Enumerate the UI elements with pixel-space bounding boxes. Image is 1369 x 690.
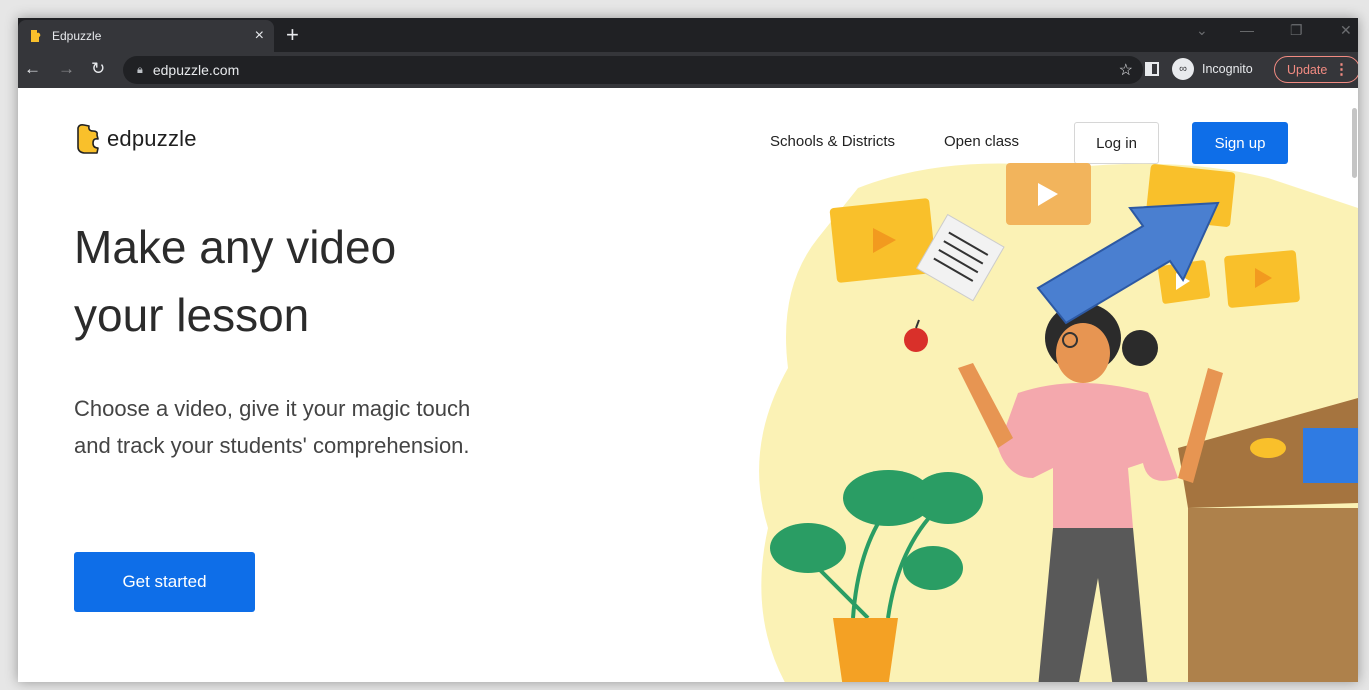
reload-icon[interactable]: ↻ (91, 59, 105, 79)
get-started-button[interactable]: Get started (74, 552, 255, 612)
browser-toolbar: ← → ↻ 🔒︎ edpuzzle.com ☆ ∞ Incognito Upda… (18, 52, 1358, 88)
update-label: Update (1287, 62, 1328, 77)
bookmark-star-icon[interactable]: ☆ (1119, 60, 1133, 80)
incognito-icon: ∞ (1172, 58, 1194, 80)
address-bar[interactable]: 🔒︎ edpuzzle.com ☆ (123, 56, 1143, 84)
menu-dots-icon[interactable]: ⋮ (1334, 60, 1349, 78)
browser-window: Edpuzzle × + ⌄ — ❐ ✕ ← → ↻ 🔒︎ edpuzzle.c… (18, 18, 1358, 682)
edpuzzle-logo[interactable]: edpuzzle (73, 122, 197, 156)
hero-title: Make any video your lesson (74, 221, 397, 341)
back-icon[interactable]: ← (24, 59, 41, 79)
tab-close-icon[interactable]: × (255, 27, 264, 45)
restore-icon[interactable]: ❐ (1290, 22, 1303, 39)
minimize-icon[interactable]: — (1240, 22, 1254, 38)
hero-subtitle: Choose a video, give it your magic touch… (74, 396, 471, 458)
incognito-profile[interactable]: ∞ Incognito (1172, 58, 1253, 80)
tab-strip: Edpuzzle × + ⌄ — ❐ ✕ (18, 18, 1358, 52)
tab-title: Edpuzzle (52, 29, 102, 43)
scrollbar-thumb[interactable] (1352, 108, 1357, 178)
close-window-icon[interactable]: ✕ (1340, 22, 1352, 39)
side-panel-icon[interactable] (1145, 62, 1159, 76)
edpuzzle-puzzle-icon (77, 124, 99, 154)
logo-text: edpuzzle (107, 126, 197, 151)
page-scrollbar[interactable] (1350, 88, 1358, 682)
lock-icon: 🔒︎ (137, 63, 143, 76)
incognito-label: Incognito (1202, 62, 1253, 76)
tab-search-icon[interactable]: ⌄ (1196, 22, 1208, 39)
edpuzzle-favicon-icon (31, 30, 41, 42)
new-tab-button[interactable]: + (286, 22, 299, 48)
forward-icon[interactable]: → (58, 59, 75, 79)
url-text: edpuzzle.com (152, 62, 240, 78)
update-button[interactable]: Update ⋮ (1274, 56, 1358, 83)
teacher-illustration (759, 163, 1358, 682)
tab-edpuzzle[interactable]: Edpuzzle × (18, 20, 274, 52)
page-content: edpuzzle Schools & Districts Open class … (18, 88, 1358, 682)
